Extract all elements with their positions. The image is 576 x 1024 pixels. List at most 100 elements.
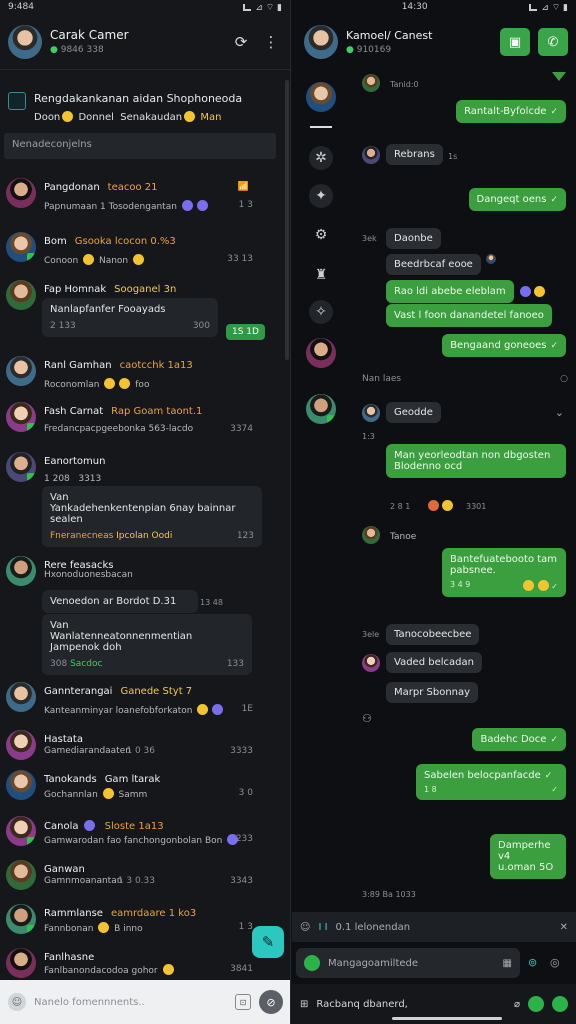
message-bubble[interactable]: Tanocobeecbee	[386, 624, 480, 645]
sticker-icon[interactable]	[528, 996, 544, 1012]
announcement-banner[interactable]: Rengdakankanan aidan Shophoneoda Doon Do…	[8, 92, 282, 123]
message-bubble[interactable]: Rao ldi abebe eleblam	[386, 280, 514, 303]
system-icons: ⊿ ⌔ ▮	[243, 2, 282, 13]
avatar[interactable]	[8, 24, 42, 59]
message-input[interactable]: Mangagoamiltede ▦	[296, 948, 520, 978]
message-bubble[interactable]: Badehc Doce ✓	[472, 728, 566, 751]
list-item[interactable]: Canola Sloste 1a13 Gamwarodan fao fancho…	[0, 816, 283, 856]
signal-icon	[243, 3, 252, 11]
reaction-icon	[486, 254, 496, 264]
message-bubble[interactable]: Beedrbcaf eooe	[386, 254, 481, 275]
status-time: 9:484	[8, 2, 34, 12]
message-bubble[interactable]: Geodde	[386, 402, 441, 423]
avatar	[6, 730, 36, 760]
message-bubble[interactable]: Damperhe v4 u.oman 5O	[490, 834, 566, 879]
message-bubble[interactable]: Rantalt-Byfolcde ✓	[456, 100, 566, 123]
puzzle-icon[interactable]: ✧	[309, 300, 333, 324]
chat-plus-icon[interactable]: ✎	[252, 926, 284, 958]
cursor-icon: I I	[318, 921, 328, 933]
send-icon[interactable]: ⊘	[259, 990, 283, 1014]
gear-icon[interactable]: ✲	[309, 146, 333, 170]
bot-icon[interactable]: ⚙	[306, 220, 336, 250]
paperclip-icon[interactable]: ⌀	[514, 999, 520, 1010]
emoji-icon[interactable]	[304, 955, 320, 971]
list-item[interactable]: Rere feasacks Hxonoduonesbacan Venoedon …	[0, 556, 283, 675]
avatar	[6, 682, 36, 712]
scrollbar[interactable]	[285, 80, 289, 360]
list-item[interactable]: Ranl Gamhan caotcchk 1a13 Roconomlan foo	[0, 356, 283, 396]
video-call-icon[interactable]: ▣	[500, 28, 530, 56]
message-bubble[interactable]: Daonbe	[386, 228, 441, 249]
list-item[interactable]: Pangdonan teacoo 21 📶 Papnumaan 1 Tosoden…	[0, 178, 283, 222]
list-item[interactable]: Fash Carnat Rap Goam taont.1 Fredancpacpg…	[0, 402, 283, 442]
avatar	[6, 816, 36, 846]
emoji-icon[interactable]: ☺	[300, 922, 310, 933]
avatar	[362, 404, 380, 422]
attach-icon[interactable]: ▦	[503, 958, 512, 969]
more-vert-icon[interactable]: ⋮	[260, 31, 282, 53]
at-icon[interactable]: ⊚	[528, 956, 537, 969]
avatar	[6, 232, 36, 262]
message-bubble[interactable]: Rebrans	[386, 144, 443, 165]
profile-name: Carak Camer	[50, 28, 129, 42]
group-icon: ⚇	[362, 712, 372, 725]
message-bubble[interactable]: Vast l foon danandetel fanoeo	[386, 304, 552, 327]
chevron-down-icon[interactable]: ⌄	[555, 406, 564, 419]
emoji-icon[interactable]: ☺	[8, 993, 26, 1011]
contact-name: Kamoel/ Canest	[346, 29, 433, 42]
tail-icon	[552, 72, 566, 81]
avatar[interactable]	[306, 338, 336, 368]
refresh-icon[interactable]: ⟳	[230, 31, 252, 53]
message-bubble[interactable]: Vaded belcadan	[386, 652, 482, 673]
compose-bar: ☺ Nanelo fomennnents.. ⊡ ⊘	[0, 980, 290, 1024]
avatar[interactable]	[306, 82, 336, 112]
list-header: Carak Camer ● 9846 338 ⟳ ⋮	[0, 14, 290, 70]
phone-icon[interactable]: ✆	[538, 28, 568, 56]
avatar	[6, 860, 36, 890]
list-item[interactable]: Fanlhasne Fanlbanondacodoa gohor 3841	[0, 948, 283, 978]
reply-bar[interactable]: ☺ I I 0.1 lelonendan ✕	[292, 912, 576, 942]
reaction-icon	[442, 500, 453, 511]
people-icon[interactable]: ♜	[306, 260, 336, 290]
message-card[interactable]: Venoedon ar Bordot D.31	[42, 590, 198, 613]
reaction-icon	[428, 500, 439, 511]
list-item[interactable]: Fap Homnak Sooganel 3n Nanlapfanfer Fooay…	[0, 280, 283, 346]
message-card[interactable]: Nanlapfanfer Fooayads 2 133 300	[42, 298, 218, 337]
list-item[interactable]: Bom Gsooka lcocon 0.%3 Conoon Nanon 33 13	[0, 232, 283, 272]
search-input[interactable]: Nenadeconjelns	[4, 133, 276, 159]
list-item[interactable]: Hastata Gamediarandaaten 1 0 36 3333	[0, 730, 283, 770]
message-bubble[interactable]: Man yeorleodtan non dbgosten Blodenno oc…	[386, 444, 566, 478]
avatar	[362, 654, 380, 672]
message-bubble[interactable]: Bengaand goneoes ✓	[442, 334, 566, 357]
chat-pane: 14:30 ⊿ ⌔ ▮ Kamoel/ Canest ● 910169 ▣ ✆ …	[292, 0, 576, 1024]
list-item[interactable]: Ganwan Gamnmoanantan 1 3 0.33 3343	[0, 860, 283, 900]
home-indicator	[392, 1017, 502, 1020]
avatar	[6, 770, 36, 800]
message-bubble[interactable]: Sabelen belocpanfacde ✓ 1 8 ✓	[416, 764, 566, 800]
avatar	[6, 402, 36, 432]
compose-input[interactable]: Nanelo fomennnents..	[34, 997, 227, 1008]
list-item[interactable]: Tanokands Gam ltarak Gochannlan Samm 3 0	[0, 770, 283, 810]
avatar[interactable]	[306, 394, 336, 424]
status-bar: 14:30 ⊿ ⌔ ▮	[401, 2, 568, 13]
list-item[interactable]: Gannterangai Ganede Styt 7 Kanteanminyar …	[0, 682, 283, 722]
pin-icon	[8, 92, 26, 110]
close-icon[interactable]: ✕	[560, 922, 568, 933]
list-item[interactable]: Eanortomun 1 208 3313 Van Yankadehenkent…	[0, 452, 283, 548]
message-bubble[interactable]: Dangeqt oens ✓	[468, 188, 566, 211]
message-card[interactable]: Van Wanlatenneatonnenmentian Jampenok do…	[42, 614, 252, 675]
avatar	[6, 356, 36, 386]
clock-icon[interactable]: ◎	[550, 956, 560, 969]
message-card[interactable]: Van Yankadehenkentenpian 6nay bainnar se…	[42, 486, 262, 547]
avatar	[362, 526, 380, 544]
dialpad-icon[interactable]: ⊞	[300, 999, 308, 1010]
attach-icon[interactable]: ⊡	[235, 994, 251, 1010]
avatar	[6, 178, 36, 208]
message-bubble[interactable]: Bantefuatebooto tam pabsnee. 3 4 9 ✓	[442, 548, 566, 597]
list-item[interactable]: Rammlanse eamrdaare 1 ko3 Fannbonan B inn…	[0, 904, 283, 944]
avatar	[6, 904, 36, 934]
message-bubble[interactable]: Marpr Sbonnay	[386, 682, 479, 703]
star-icon[interactable]: ✦	[309, 184, 333, 208]
mic-icon[interactable]	[552, 996, 568, 1012]
avatar[interactable]	[304, 25, 338, 59]
